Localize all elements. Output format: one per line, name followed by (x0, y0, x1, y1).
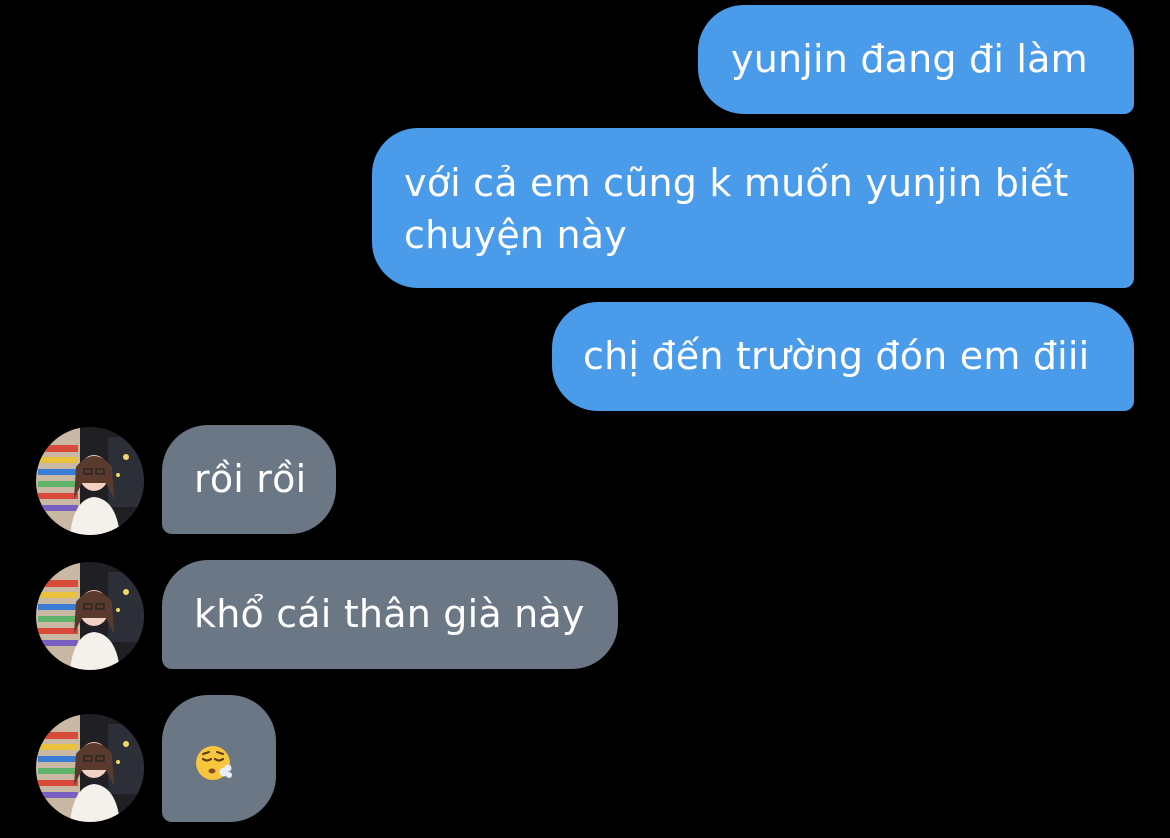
contact-avatar[interactable] (36, 562, 144, 670)
sent-message-bubble[interactable]: với cả em cũng k muốn yunjin biết chuyện… (372, 128, 1134, 288)
received-message-bubble[interactable]: khổ cái thân già này (162, 560, 618, 669)
message-text: với cả em cũng k muốn yunjin biết chuyện… (404, 161, 1069, 257)
message-text: chị đến trường đón em điii (583, 334, 1090, 378)
message-text: rồi rồi (194, 457, 307, 501)
avatar-photo (36, 427, 144, 535)
message-text: yunjin đang đi làm (731, 37, 1088, 81)
sent-message-bubble[interactable]: yunjin đang đi làm (698, 5, 1134, 114)
avatar-photo (36, 562, 144, 670)
received-message-bubble[interactable]: rồi rồi (162, 425, 336, 534)
sent-message-bubble[interactable]: chị đến trường đón em điii (552, 302, 1134, 411)
avatar-photo (36, 714, 144, 822)
message-thread: yunjin đang đi làm với cả em cũng k muốn… (0, 0, 1170, 838)
contact-avatar[interactable] (36, 427, 144, 535)
received-message-bubble[interactable] (162, 695, 276, 822)
contact-avatar[interactable] (36, 714, 144, 822)
sighing-face-emoji-icon (196, 746, 232, 780)
message-text: khổ cái thân già này (194, 592, 585, 636)
